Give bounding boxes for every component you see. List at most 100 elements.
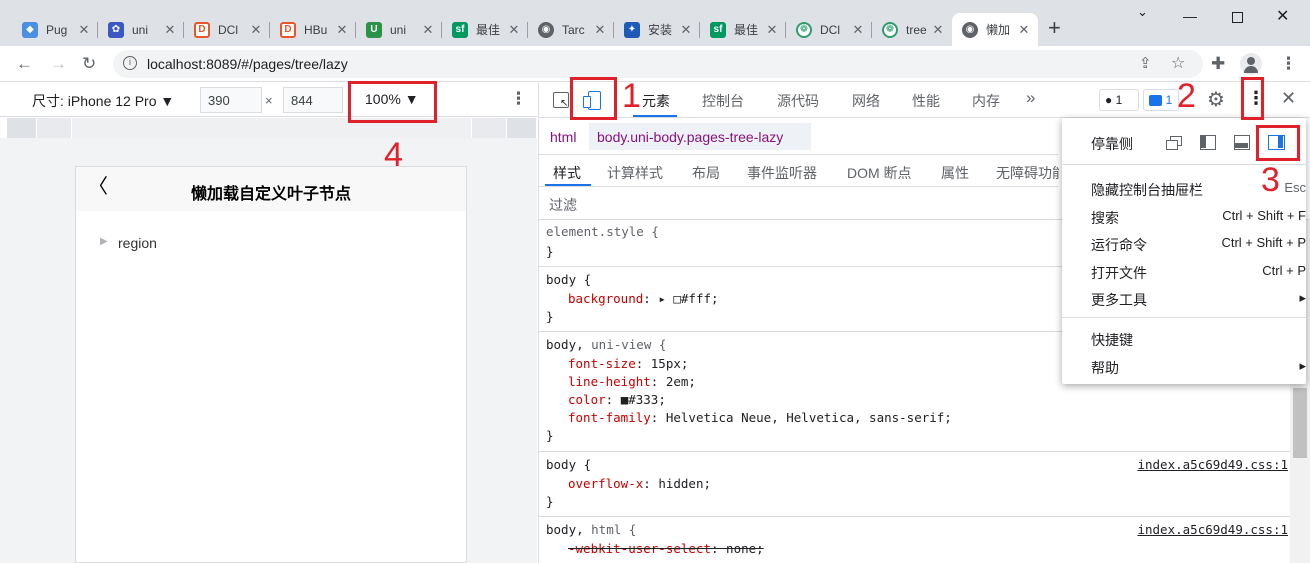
close-icon[interactable]: ✕ — [930, 22, 946, 38]
browser-tab[interactable]: ◆ Pug ✕ — [12, 13, 98, 46]
subtab-accessibility[interactable]: 无障碍功能 — [996, 163, 1059, 183]
browser-tab[interactable]: Uuni ✕ — [356, 13, 442, 46]
close-icon[interactable]: ✕ — [850, 22, 866, 38]
tab-console[interactable]: 控制台 — [702, 91, 744, 111]
scrollbar-thumb[interactable] — [1293, 388, 1307, 458]
browser-menu-icon[interactable]: ⋮ — [1280, 54, 1297, 74]
tab-performance[interactable]: 性能 — [912, 91, 940, 111]
menu-item-search[interactable]: 搜索 Ctrl + Shift + F — [1091, 208, 1306, 228]
css-selector[interactable]: body, uni-view { — [546, 337, 666, 352]
tree-node-label[interactable]: region — [118, 235, 157, 251]
maximize-icon[interactable] — [1232, 12, 1243, 23]
css-selector[interactable]: body, html { — [546, 522, 636, 537]
profile-avatar-icon[interactable] — [1240, 53, 1262, 75]
more-tabs-icon[interactable]: » — [1026, 88, 1035, 108]
menu-item-shortcuts[interactable]: 快捷键 — [1091, 330, 1306, 350]
menu-item-open-file[interactable]: 打开文件 Ctrl + P — [1091, 263, 1306, 283]
css-selector[interactable]: body { — [546, 272, 591, 287]
close-icon[interactable]: ✕ — [592, 22, 608, 38]
dock-bottom-icon[interactable] — [1234, 135, 1250, 150]
css-selector[interactable]: body { — [546, 457, 591, 472]
css-source-link[interactable]: index.a5c69d49.css:1 — [1137, 457, 1288, 472]
close-icon[interactable]: ✕ — [1016, 22, 1032, 38]
page-navbar: 〈 懒加载自定义叶子节点 — [76, 167, 466, 211]
ruler-segment[interactable] — [472, 118, 507, 138]
window-close-icon[interactable]: ✕ — [1276, 6, 1289, 26]
messages-badge[interactable]: 1 — [1143, 89, 1179, 111]
subtab-event-listeners[interactable]: 事件监听器 — [747, 163, 817, 183]
browser-tab[interactable]: ◉ Tarc ✕ — [528, 13, 614, 46]
subtab-layout[interactable]: 布局 — [692, 163, 720, 183]
tab-favicon-icon: ◉ — [962, 21, 978, 38]
browser-tab[interactable]: ❁ DCl ✕ — [786, 13, 872, 46]
css-declaration[interactable]: line-height: 2em; — [568, 374, 696, 389]
menu-item-help[interactable]: 帮助 ▸ — [1091, 358, 1306, 378]
back-icon[interactable]: ← — [16, 54, 33, 74]
css-declaration[interactable]: font-size: 15px; — [568, 356, 688, 371]
close-icon[interactable]: ✕ — [334, 22, 350, 38]
tab-sources[interactable]: 源代码 — [777, 91, 819, 111]
close-icon[interactable]: ✕ — [678, 22, 694, 38]
browser-tab[interactable]: D HBu ✕ — [270, 13, 356, 46]
close-icon[interactable]: ✕ — [420, 22, 436, 38]
filter-input[interactable]: 过滤 — [549, 195, 577, 215]
device-size-select[interactable]: 尺寸: iPhone 12 Pro ▼ — [32, 91, 174, 111]
browser-tab-active[interactable]: ◉ 懒加 ✕ — [952, 13, 1038, 46]
tab-search-icon[interactable]: ⌄ — [1137, 4, 1148, 20]
css-source-link[interactable]: index.a5c69d49.css:1 — [1137, 522, 1288, 537]
share-icon[interactable]: ⇪ — [1139, 54, 1152, 72]
settings-gear-icon[interactable]: ⚙ — [1207, 87, 1225, 112]
css-declaration[interactable]: overflow-x: hidden; — [568, 476, 711, 491]
device-width-input[interactable]: 390 — [200, 87, 262, 113]
ruler-segment[interactable] — [7, 118, 37, 138]
subtab-properties[interactable]: 属性 — [941, 163, 969, 183]
device-more-icon[interactable]: ⋮ — [510, 89, 527, 109]
minimize-icon[interactable]: — — [1183, 8, 1197, 24]
close-icon[interactable]: ✕ — [76, 22, 92, 38]
browser-tab[interactable]: D DCl ✕ — [184, 13, 270, 46]
browser-tab[interactable]: ✿ uni ✕ — [98, 13, 184, 46]
css-selector[interactable]: element.style { — [546, 224, 659, 239]
ruler-segment[interactable] — [507, 118, 537, 138]
forward-icon[interactable]: → — [50, 54, 67, 74]
browser-tab[interactable]: ✦ 安装 ✕ — [614, 13, 700, 46]
tab-elements[interactable]: 元素 — [642, 91, 670, 111]
extensions-icon[interactable]: ✚ — [1211, 54, 1225, 74]
css-declaration[interactable]: color: ■#333; — [568, 392, 666, 407]
subtab-computed[interactable]: 计算样式 — [607, 163, 663, 183]
breadcrumb-html[interactable]: html — [550, 129, 576, 145]
bookmark-star-icon[interactable]: ☆ — [1171, 53, 1185, 73]
breadcrumb-body[interactable]: body.uni-body.pages-tree-lazy — [597, 129, 783, 145]
tab-network[interactable]: 网络 — [852, 91, 880, 111]
menu-item-run-command[interactable]: 运行命令 Ctrl + Shift + P — [1091, 235, 1306, 255]
css-declaration[interactable]: font-family: Helvetica Neue, Helvetica, … — [568, 410, 952, 425]
tab-favicon-icon: ✦ — [624, 21, 640, 38]
close-icon[interactable]: ✕ — [162, 22, 178, 38]
device-toolbar: 尺寸: iPhone 12 Pro ▼ 390 × 844 100% ▼ ⋮ — [0, 83, 537, 117]
ruler-segment[interactable] — [37, 118, 72, 138]
close-icon[interactable]: ✕ — [506, 22, 522, 38]
browser-tab[interactable]: sf 最佳 ✕ — [700, 13, 786, 46]
css-declaration[interactable]: background: ▸ □#fff; — [568, 291, 719, 306]
tree-expand-icon[interactable]: ▶ — [100, 236, 108, 247]
browser-tab[interactable]: sf 最佳 ✕ — [442, 13, 528, 46]
close-icon[interactable]: ✕ — [248, 22, 264, 38]
menu-item-more-tools[interactable]: 更多工具 ▸ — [1091, 290, 1306, 310]
tab-title: Tarc — [562, 22, 585, 37]
browser-tab[interactable]: ❁ tree ✕ — [872, 13, 952, 46]
info-icon[interactable]: i — [123, 56, 137, 70]
dock-left-icon[interactable] — [1200, 135, 1216, 150]
errors-badge[interactable]: ● 1 — [1099, 89, 1139, 111]
tab-memory[interactable]: 内存 — [972, 91, 1000, 111]
inspect-element-icon[interactable]: ↖ — [553, 92, 569, 109]
close-icon[interactable]: ✕ — [764, 22, 780, 38]
subtab-styles[interactable]: 样式 — [553, 163, 581, 183]
subtab-dom-breakpoints[interactable]: DOM 断点 — [847, 163, 912, 183]
reload-icon[interactable]: ↻ — [82, 54, 96, 74]
address-bar[interactable]: i localhost:8089/#/pages/tree/lazy ⇪ ☆ — [113, 50, 1203, 78]
css-declaration-overridden[interactable]: -webkit-user-select: none; — [568, 541, 764, 556]
new-tab-button[interactable]: + — [1048, 14, 1061, 42]
close-devtools-icon[interactable]: ✕ — [1281, 88, 1296, 109]
device-height-input[interactable]: 844 — [283, 87, 343, 113]
undock-icon[interactable] — [1166, 136, 1182, 150]
